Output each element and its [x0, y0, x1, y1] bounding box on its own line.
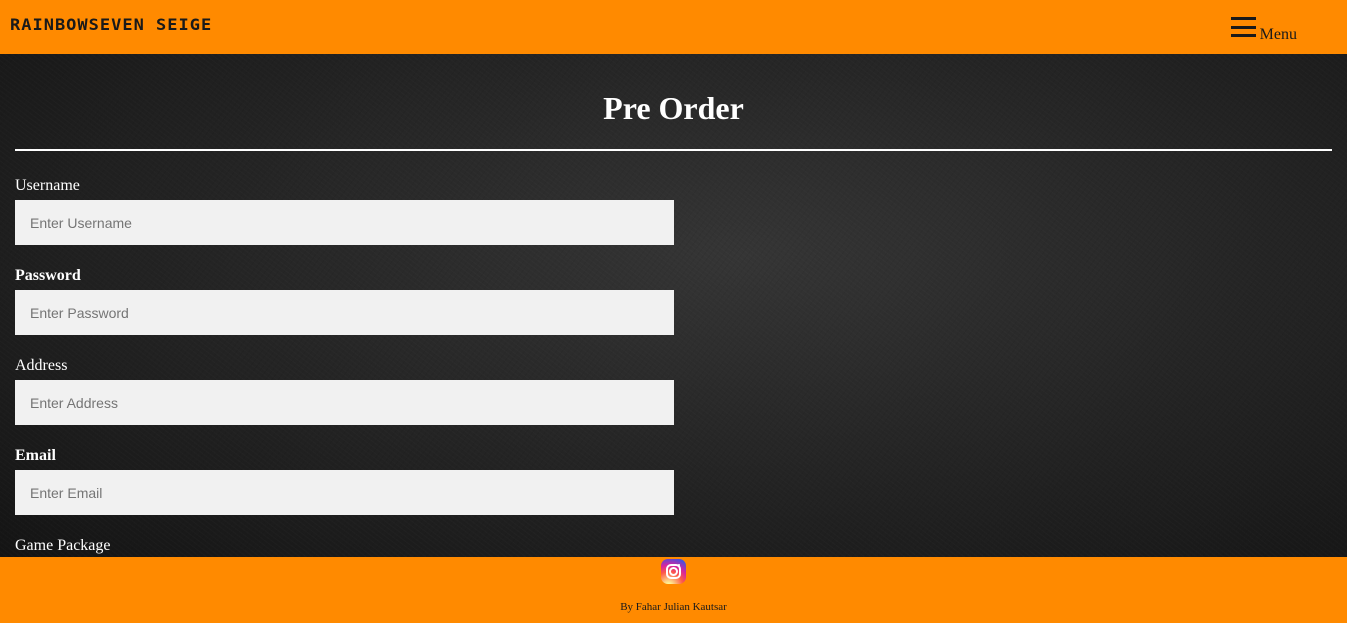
- address-input[interactable]: [15, 380, 674, 425]
- site-logo[interactable]: RAINBOWSEVEN SEIGE: [10, 16, 212, 35]
- game-package-label: Game Package: [15, 537, 111, 554]
- password-label: Password: [15, 267, 81, 284]
- footer: By Fahar Julian Kautsar: [0, 557, 1347, 623]
- password-input[interactable]: [15, 290, 674, 335]
- menu-button[interactable]: Menu: [1230, 15, 1297, 43]
- email-label: Email: [15, 447, 56, 464]
- page-title: Pre Order: [603, 90, 744, 126]
- footer-credit: By Fahar Julian Kautsar: [620, 601, 727, 613]
- hamburger-icon[interactable]: [1230, 17, 1256, 37]
- instagram-icon[interactable]: [661, 559, 686, 584]
- title-divider: [15, 149, 1332, 151]
- username-input[interactable]: [15, 200, 674, 245]
- username-label: Username: [15, 177, 80, 194]
- pre-order-section: Pre Order Username Password Address Emai…: [0, 54, 1347, 557]
- top-navbar: RAINBOWSEVEN SEIGE Menu: [0, 0, 1347, 54]
- email-input[interactable]: [15, 470, 674, 515]
- address-label: Address: [15, 357, 68, 374]
- menu-label[interactable]: Menu: [1260, 27, 1297, 43]
